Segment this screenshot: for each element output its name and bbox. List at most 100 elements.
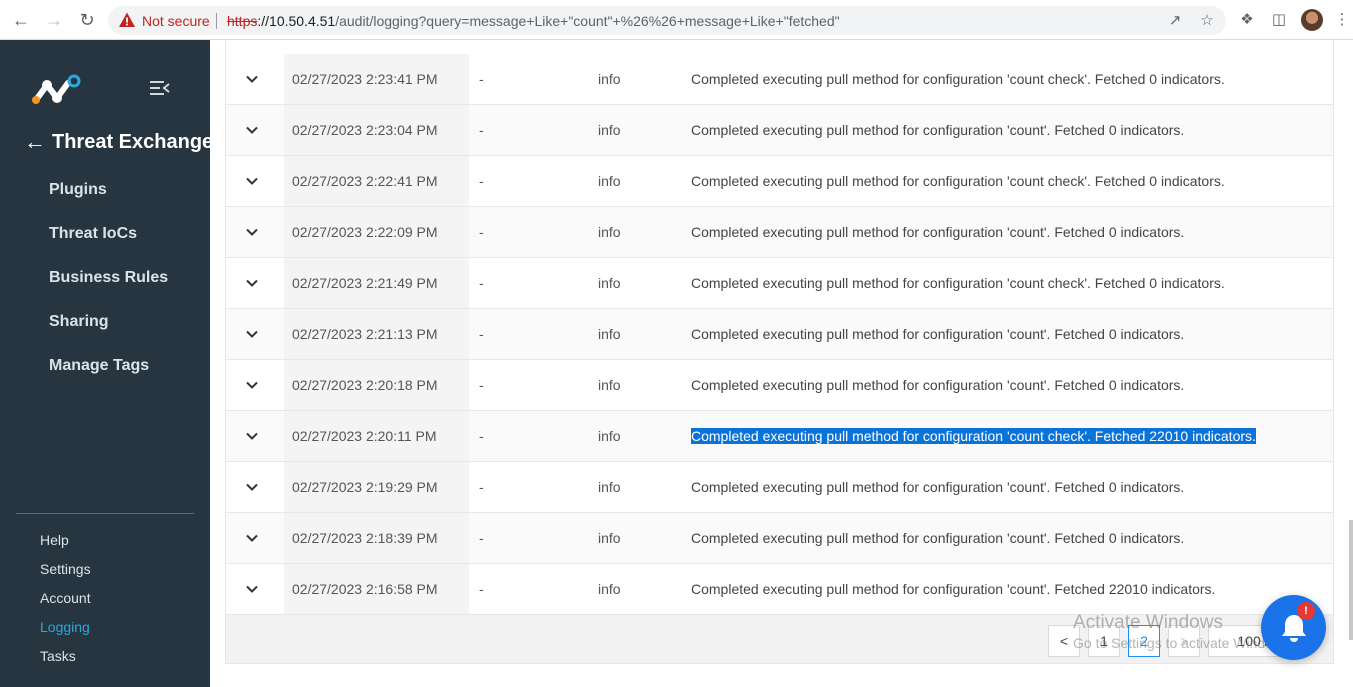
collapse-menu-icon[interactable] bbox=[150, 80, 170, 96]
log-level: info bbox=[598, 71, 621, 87]
log-level: info bbox=[598, 122, 621, 138]
sidebar-item-sharing[interactable]: Sharing bbox=[49, 312, 168, 356]
log-level: info bbox=[598, 377, 621, 393]
log-timestamp: 02/27/2023 2:20:11 PM bbox=[292, 428, 437, 444]
table-row[interactable]: 02/27/2023 2:21:49 PM - info Completed exec… bbox=[226, 258, 1333, 309]
chevron-down-icon[interactable] bbox=[244, 173, 260, 189]
back-arrow-icon[interactable]: ← bbox=[10, 9, 32, 31]
table-row[interactable]: 02/27/2023 2:18:39 PM - info Completed exec… bbox=[226, 513, 1333, 564]
table-row[interactable]: 02/27/2023 2:19:29 PM - info Completed exec… bbox=[226, 462, 1333, 513]
table-row[interactable]: 02/27/2023 2:20:11 PM - info Completed exec… bbox=[226, 411, 1333, 462]
more-menu-icon[interactable]: ⋮ bbox=[1333, 11, 1351, 29]
log-source: - bbox=[479, 275, 484, 291]
log-timestamp: 02/27/2023 2:21:49 PM bbox=[292, 275, 438, 291]
chevron-down-icon[interactable] bbox=[244, 530, 260, 546]
log-message: Completed executing pull method for conf… bbox=[691, 581, 1216, 597]
url-host: ://10.50.4.51 bbox=[257, 13, 336, 29]
log-timestamp: 02/27/2023 2:23:41 PM bbox=[292, 71, 438, 87]
forward-arrow-icon[interactable]: → bbox=[43, 9, 65, 31]
log-message: Completed executing pull method for conf… bbox=[691, 377, 1185, 393]
chevron-down-icon[interactable] bbox=[244, 377, 260, 393]
avatar[interactable] bbox=[1301, 9, 1323, 31]
sidebar-item-manage-tags[interactable]: Manage Tags bbox=[49, 356, 168, 400]
log-timestamp: 02/27/2023 2:23:04 PM bbox=[292, 122, 438, 138]
chevron-down-icon[interactable] bbox=[244, 326, 260, 342]
sidebar-item-logging[interactable]: Logging bbox=[40, 619, 91, 648]
log-level: info bbox=[598, 479, 621, 495]
log-level: info bbox=[598, 224, 621, 240]
notification-badge: ! bbox=[1297, 602, 1315, 620]
log-level: info bbox=[598, 530, 621, 546]
log-timestamp: 02/27/2023 2:16:58 PM bbox=[292, 581, 438, 597]
log-timestamp: 02/27/2023 2:18:39 PM bbox=[292, 530, 438, 546]
sidebar: ← Threat Exchange Plugins Threat IoCs Bu… bbox=[0, 40, 213, 687]
section-title: Threat Exchange bbox=[52, 130, 214, 153]
log-message: Completed executing pull method for conf… bbox=[691, 326, 1185, 342]
log-level: info bbox=[598, 275, 621, 291]
log-timestamp: 02/27/2023 2:20:18 PM bbox=[292, 377, 438, 393]
extensions-icon[interactable]: ❖ bbox=[1238, 11, 1256, 29]
chevron-down-icon[interactable] bbox=[244, 428, 260, 444]
sidebar-divider bbox=[16, 513, 194, 514]
back-to-section[interactable]: ← Threat Exchange bbox=[24, 128, 213, 156]
sidebar-item-settings[interactable]: Settings bbox=[40, 561, 91, 590]
log-message: Completed executing pull method for conf… bbox=[691, 530, 1185, 546]
log-level: info bbox=[598, 326, 621, 342]
sidebar-item-threat-iocs[interactable]: Threat IoCs bbox=[49, 224, 168, 268]
reload-icon[interactable]: ↻ bbox=[76, 9, 98, 31]
sidepanel-icon[interactable]: ◫ bbox=[1270, 11, 1288, 29]
table-row[interactable]: 02/27/2023 2:22:41 PM - info Completed exec… bbox=[226, 156, 1333, 207]
log-source: - bbox=[479, 581, 484, 597]
log-source: - bbox=[479, 326, 484, 342]
log-source: - bbox=[479, 530, 484, 546]
warning-icon bbox=[119, 12, 135, 27]
log-timestamp: 02/27/2023 2:22:41 PM bbox=[292, 173, 438, 189]
browser-toolbar: ← → ↻ Not secure https://10.50.4.51/audi… bbox=[0, 0, 1353, 40]
log-source: - bbox=[479, 71, 484, 87]
log-source: - bbox=[479, 377, 484, 393]
sidebar-item-plugins[interactable]: Plugins bbox=[49, 180, 168, 224]
sidebar-item-help[interactable]: Help bbox=[40, 532, 91, 561]
table-row[interactable]: 02/27/2023 2:20:18 PM - info Completed exec… bbox=[226, 360, 1333, 411]
table-row[interactable]: 02/27/2023 2:22:09 PM - info Completed exec… bbox=[226, 207, 1333, 258]
log-message: Completed executing pull method for conf… bbox=[691, 224, 1185, 240]
notifications-button[interactable]: ! bbox=[1261, 595, 1326, 660]
log-source: - bbox=[479, 224, 484, 240]
log-source: - bbox=[479, 479, 484, 495]
address-bar[interactable]: Not secure https://10.50.4.51/audit/logg… bbox=[108, 6, 1226, 35]
chevron-down-icon[interactable] bbox=[244, 479, 260, 495]
url-path: /audit/logging?query=message+Like+"count… bbox=[335, 13, 840, 29]
chevron-down-icon[interactable] bbox=[244, 71, 260, 87]
chevron-down-icon[interactable] bbox=[244, 275, 260, 291]
log-source: - bbox=[479, 122, 484, 138]
sidebar-item-business-rules[interactable]: Business Rules bbox=[49, 268, 168, 312]
url-text[interactable]: https://10.50.4.51/audit/logging?query=m… bbox=[227, 13, 840, 29]
main-content: 02/27/2023 2:23:41 PM - info Completed exec… bbox=[210, 40, 1353, 687]
url-protocol: https bbox=[227, 13, 258, 29]
table-row[interactable]: 02/27/2023 2:23:41 PM - info Completed exec… bbox=[226, 54, 1333, 105]
log-timestamp: 02/27/2023 2:22:09 PM bbox=[292, 224, 438, 240]
chevron-down-icon[interactable] bbox=[244, 581, 260, 597]
table-row[interactable]: 02/27/2023 2:23:04 PM - info Completed exec… bbox=[226, 105, 1333, 156]
log-message: Completed executing pull method for conf… bbox=[691, 71, 1225, 87]
log-message: Completed executing pull method for conf… bbox=[691, 275, 1225, 291]
log-message: Completed executing pull method for conf… bbox=[691, 173, 1225, 189]
star-icon[interactable]: ☆ bbox=[1198, 12, 1216, 30]
log-timestamp: 02/27/2023 2:19:29 PM bbox=[292, 479, 438, 495]
table-row[interactable]: 02/27/2023 2:21:13 PM - info Completed exec… bbox=[226, 309, 1333, 360]
page-scrollbar[interactable] bbox=[1349, 520, 1353, 640]
security-status[interactable]: Not secure bbox=[142, 13, 210, 29]
sidebar-item-account[interactable]: Account bbox=[40, 590, 91, 619]
log-timestamp: 02/27/2023 2:21:13 PM bbox=[292, 326, 438, 342]
sidebar-item-tasks[interactable]: Tasks bbox=[40, 648, 91, 677]
share-icon[interactable]: ↗ bbox=[1166, 12, 1184, 30]
watermark-subtitle: Go to Settings to activate Windows. bbox=[1073, 635, 1294, 651]
chevron-down-icon[interactable] bbox=[244, 224, 260, 240]
log-level: info bbox=[598, 173, 621, 189]
log-level: info bbox=[598, 581, 621, 597]
log-level: info bbox=[598, 428, 621, 444]
chevron-down-icon[interactable] bbox=[244, 122, 260, 138]
logs-table-body: 02/27/2023 2:23:41 PM - info Completed exec… bbox=[226, 54, 1333, 615]
address-divider bbox=[216, 13, 217, 29]
table-row[interactable]: 02/27/2023 2:16:58 PM - info Completed exec… bbox=[226, 564, 1333, 615]
